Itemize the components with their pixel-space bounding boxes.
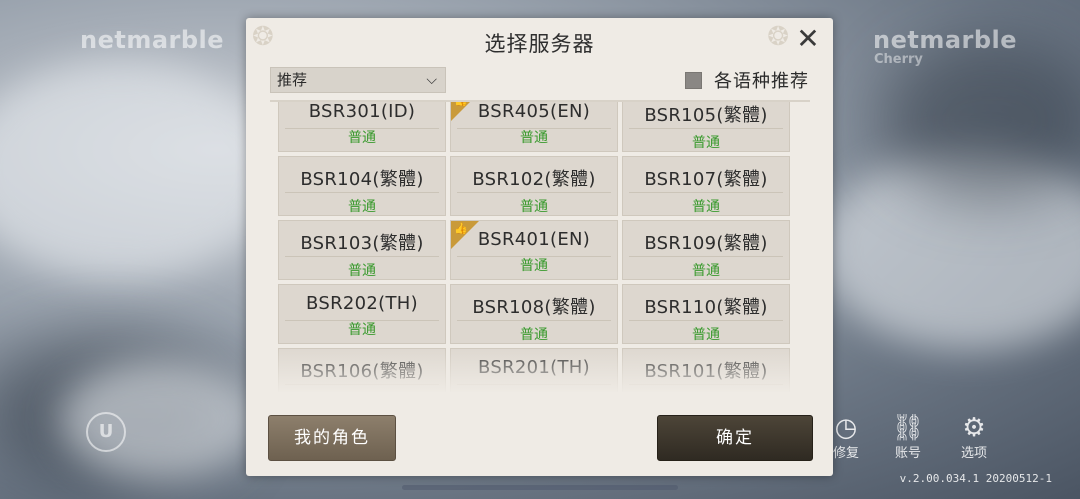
account-label: 账号 bbox=[894, 446, 921, 461]
home-indicator[interactable] bbox=[402, 485, 678, 490]
dialog-title: 选择服务器 bbox=[484, 32, 595, 56]
server-divider bbox=[457, 256, 611, 257]
server-name: BSR201(TH) bbox=[478, 357, 590, 378]
server-status: 普通 bbox=[348, 322, 376, 338]
server-name: BSR104(繁體) bbox=[300, 169, 424, 190]
server-item[interactable]: BSR103(繁體) 普通 bbox=[278, 220, 446, 280]
server-status: 普通 bbox=[520, 258, 548, 274]
server-divider bbox=[285, 128, 439, 129]
server-item[interactable]: BSR101(繁體) bbox=[622, 348, 790, 392]
server-name: BSR106(繁體) bbox=[300, 361, 424, 382]
netmarble-logo-left: netmarble bbox=[80, 26, 225, 54]
server-item[interactable]: BSR110(繁體) 普通 bbox=[622, 284, 790, 344]
server-item[interactable]: BSR107(繁體) 普通 bbox=[622, 156, 790, 216]
unreal-logo-icon: U bbox=[86, 412, 126, 452]
lang-recommend-checkbox[interactable] bbox=[685, 71, 702, 89]
server-divider bbox=[629, 384, 783, 385]
server-status: 普通 bbox=[692, 135, 720, 151]
server-divider bbox=[285, 320, 439, 321]
server-divider bbox=[629, 320, 783, 321]
filter-value: 推荐 bbox=[277, 71, 308, 89]
server-divider bbox=[629, 192, 783, 193]
repair-label: 修复 bbox=[832, 446, 859, 461]
server-item[interactable]: BSR109(繁體) 普通 bbox=[622, 220, 790, 280]
server-name: BSR301(ID) bbox=[308, 101, 416, 122]
server-status: 普通 bbox=[348, 263, 376, 279]
close-icon[interactable]: ✕ bbox=[793, 24, 823, 54]
server-name: BSR102(繁體) bbox=[472, 169, 596, 190]
link-icon: ⛓ bbox=[891, 413, 925, 443]
server-divider bbox=[457, 128, 611, 129]
server-select-dialog: ❂ ❂ 选择服务器 ✕ 推荐 ⌵ 各语种推荐 BSR301(ID) 普通 👍 BSR4… bbox=[246, 18, 833, 476]
server-divider bbox=[285, 256, 439, 257]
cherry-logo-sub: Cherry bbox=[874, 52, 923, 67]
server-item[interactable]: BSR108(繁體) 普通 bbox=[450, 284, 618, 344]
lang-recommend-label: 各语种推荐 bbox=[714, 71, 809, 92]
gear-icon: ⚙ bbox=[962, 413, 986, 443]
server-divider bbox=[457, 320, 611, 321]
server-divider bbox=[285, 192, 439, 193]
server-divider bbox=[457, 384, 611, 385]
server-grid: BSR301(ID) 普通 👍 BSR405(EN) 普通 BSR105(繁體) 普通 BSR… bbox=[278, 100, 790, 392]
options-button[interactable]: ⚙ 选项 bbox=[954, 414, 994, 461]
lang-recommend-toggle[interactable]: 各语种推荐 bbox=[685, 68, 809, 92]
filter-dropdown[interactable]: 推荐 ⌵ bbox=[270, 67, 446, 93]
server-item[interactable]: 👍 BSR401(EN) 普通 bbox=[450, 220, 618, 280]
server-name: BSR103(繁體) bbox=[300, 233, 424, 254]
server-status: 普通 bbox=[348, 130, 376, 146]
server-status: 普通 bbox=[348, 199, 376, 215]
server-name: BSR108(繁體) bbox=[472, 297, 596, 318]
server-name: BSR101(繁體) bbox=[644, 361, 768, 382]
server-status: 普通 bbox=[692, 327, 720, 343]
server-status: 普通 bbox=[520, 130, 548, 146]
server-item[interactable]: BSR104(繁體) 普通 bbox=[278, 156, 446, 216]
server-status: 普通 bbox=[692, 263, 720, 279]
server-status: 普通 bbox=[692, 199, 720, 215]
confirm-button[interactable]: 确定 bbox=[657, 415, 813, 461]
server-item[interactable]: BSR301(ID) 普通 bbox=[278, 101, 446, 152]
netmarble-logo-right: netmarble bbox=[873, 26, 1018, 54]
server-status: 普通 bbox=[520, 327, 548, 343]
chevron-down-icon: ⌵ bbox=[426, 72, 437, 88]
version-text: v.2.00.034.1 20200512-1 bbox=[899, 472, 1052, 485]
server-item[interactable]: BSR102(繁體) 普通 bbox=[450, 156, 618, 216]
server-item[interactable]: BSR105(繁體) 普通 bbox=[622, 102, 790, 152]
my-roles-button[interactable]: 我的角色 bbox=[268, 415, 396, 461]
thumbs-up-icon: 👍 bbox=[454, 222, 468, 235]
account-button[interactable]: ⛓ 账号 bbox=[888, 414, 928, 461]
server-divider bbox=[629, 128, 783, 129]
server-item[interactable]: BSR106(繁體) bbox=[278, 348, 446, 392]
server-status: 普通 bbox=[520, 199, 548, 215]
server-item[interactable]: BSR202(TH) 普通 bbox=[278, 284, 446, 344]
server-item[interactable]: BSR201(TH) bbox=[450, 348, 618, 392]
server-name: BSR202(TH) bbox=[306, 293, 418, 314]
server-divider bbox=[629, 256, 783, 257]
server-name: BSR107(繁體) bbox=[644, 169, 768, 190]
server-name: BSR105(繁體) bbox=[644, 105, 768, 126]
server-name: BSR110(繁體) bbox=[644, 297, 768, 318]
thumbs-up-icon: 👍 bbox=[454, 100, 468, 107]
server-item[interactable]: 👍 BSR405(EN) 普通 bbox=[450, 100, 618, 152]
options-label: 选项 bbox=[960, 446, 987, 461]
server-list[interactable]: BSR301(ID) 普通 👍 BSR405(EN) 普通 BSR105(繁體) 普通 BSR… bbox=[270, 100, 810, 392]
server-divider bbox=[457, 192, 611, 193]
server-divider bbox=[285, 384, 439, 385]
server-name: BSR109(繁體) bbox=[644, 233, 768, 254]
